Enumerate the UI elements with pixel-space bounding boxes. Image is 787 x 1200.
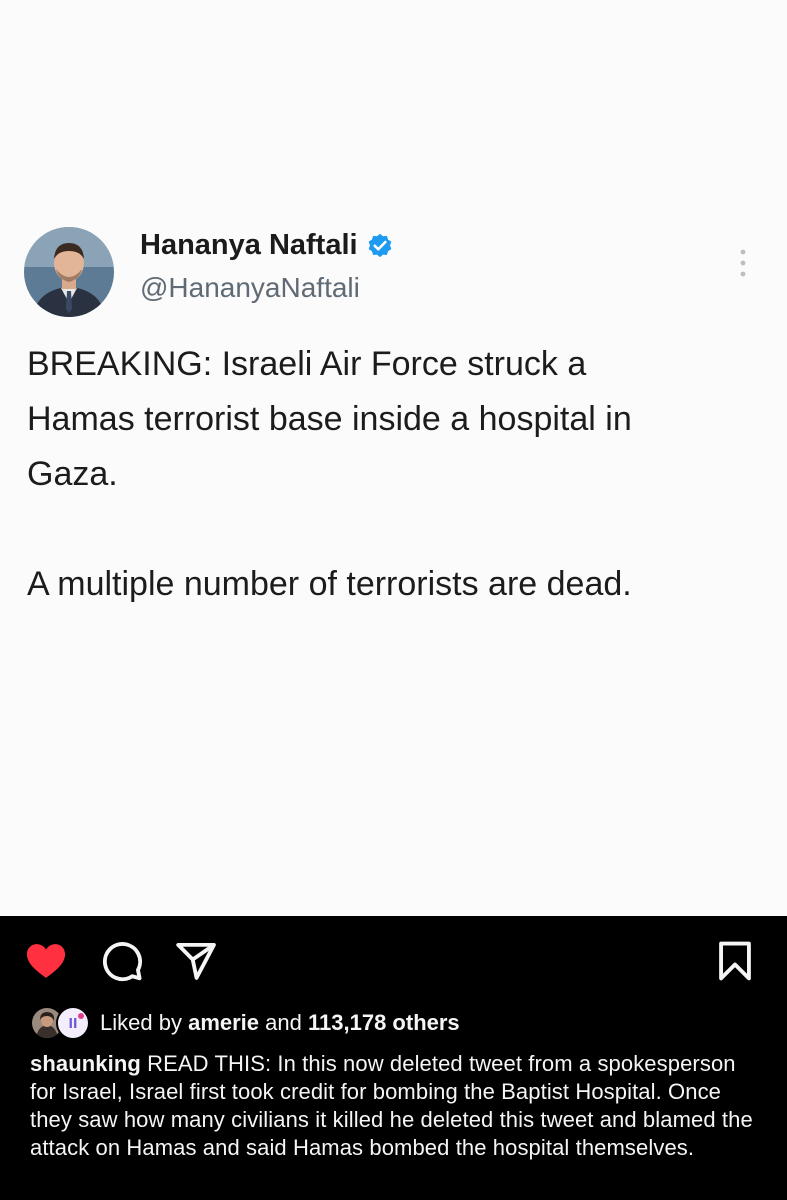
more-options-icon[interactable] <box>736 247 750 279</box>
tweet-text: BREAKING: Israeli Air Force struck a Ham… <box>27 345 632 603</box>
likes-prefix: Liked by <box>100 1010 182 1035</box>
post-caption: shaunking READ THIS: In this now deleted… <box>30 1050 755 1162</box>
author-avatar[interactable] <box>24 227 114 317</box>
bookmark-icon[interactable] <box>713 939 757 983</box>
verified-badge-icon <box>368 233 391 257</box>
likes-conjunction: and <box>265 1010 302 1035</box>
liker-username[interactable]: amerie <box>188 1010 259 1036</box>
display-name[interactable]: Hananya Naftali <box>140 229 394 262</box>
svg-text:ll: ll <box>69 1017 78 1032</box>
caption-username[interactable]: shaunking <box>30 1051 141 1076</box>
likes-summary[interactable]: ll Liked by amerie and 113,178 others <box>30 1006 460 1040</box>
comment-icon[interactable] <box>100 939 144 983</box>
liker-avatar[interactable]: ll <box>56 1006 90 1040</box>
heart-icon-filled[interactable] <box>24 939 68 983</box>
share-icon[interactable] <box>174 939 218 983</box>
display-name-text: Hananya Naftali <box>140 229 358 261</box>
author-handle[interactable]: @HananyaNaftali <box>140 272 360 304</box>
post-image[interactable]: Hananya Naftali @HananyaNaftali BREAKING… <box>0 0 787 916</box>
likes-count[interactable]: 113,178 others <box>308 1010 460 1036</box>
